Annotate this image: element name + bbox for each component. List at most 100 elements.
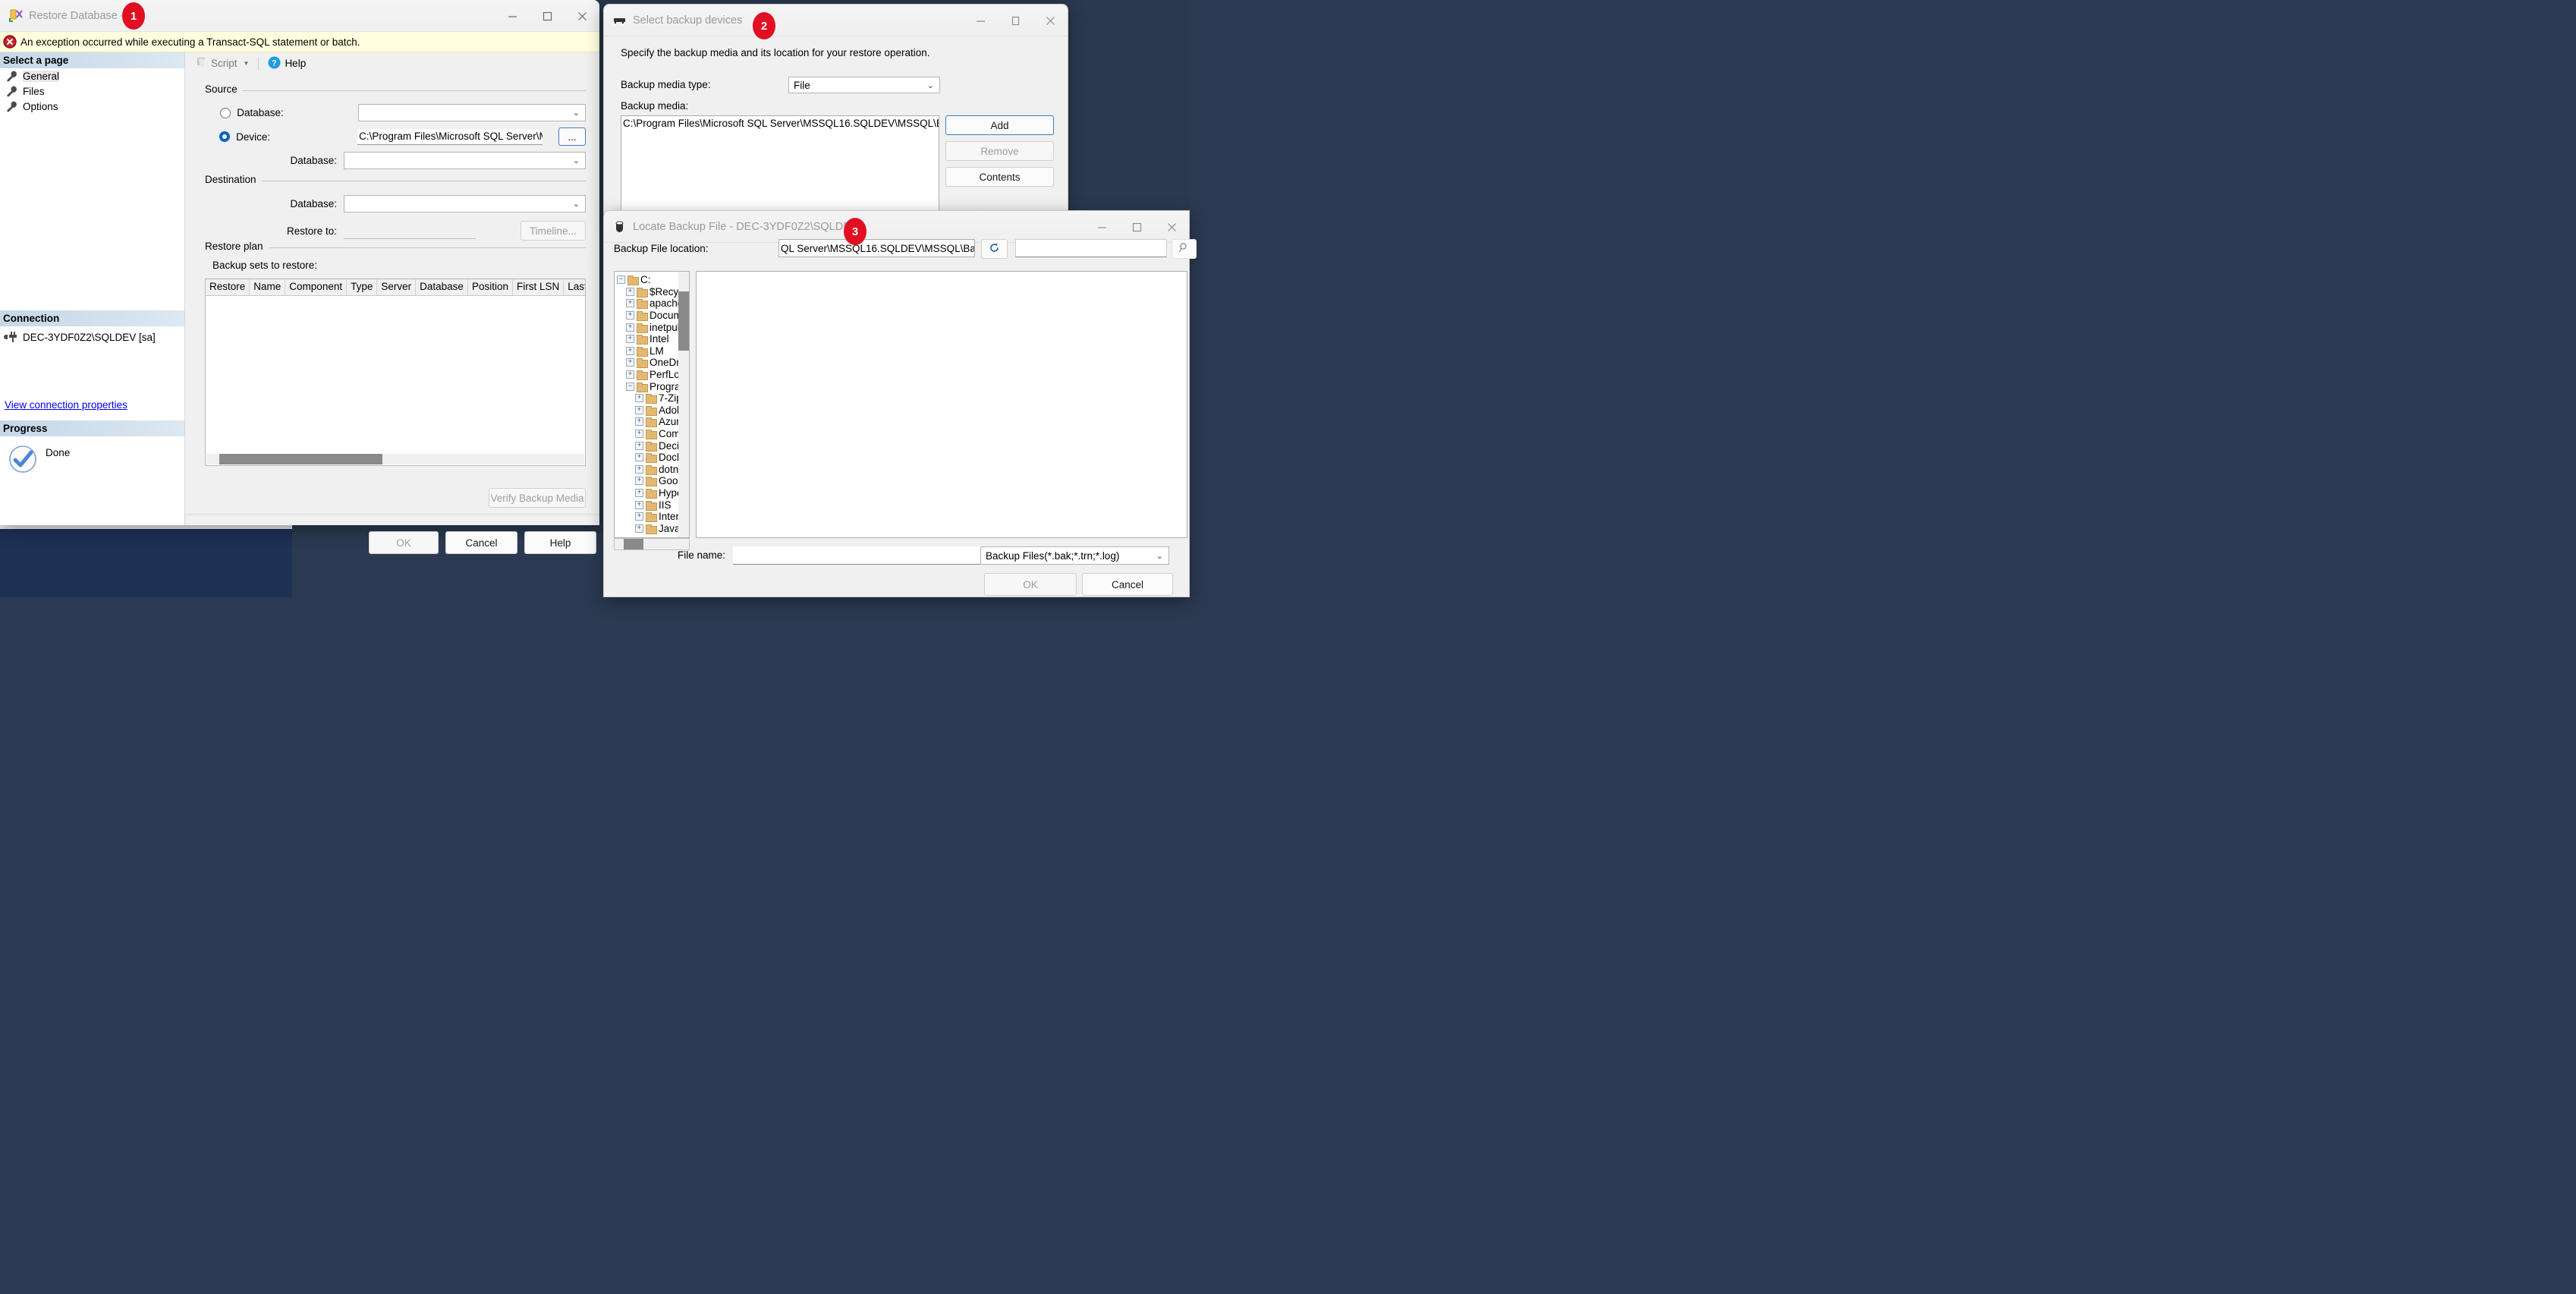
browse-device-button[interactable]: ... xyxy=(558,128,586,146)
locate-ok-button: OK xyxy=(984,573,1077,596)
expand-icon[interactable]: + xyxy=(635,512,643,521)
tree-hscroll-thumb[interactable] xyxy=(624,539,643,549)
column-component[interactable]: Component xyxy=(285,279,348,295)
tree-horizontal-scrollbar[interactable] xyxy=(614,538,690,550)
close-icon[interactable] xyxy=(1033,5,1068,36)
list-item[interactable]: C:\Program Files\Microsoft SQL Server\MS… xyxy=(621,116,939,129)
expand-icon[interactable]: + xyxy=(635,464,643,474)
sidebar-item-options[interactable]: Options xyxy=(0,99,184,114)
source-device-row: Device: C:\Program Files\Microsoft SQL S… xyxy=(205,128,586,146)
column-type[interactable]: Type xyxy=(347,279,378,295)
expand-icon[interactable]: + xyxy=(635,477,643,486)
maximize-icon[interactable] xyxy=(1119,211,1154,243)
progress-row: Done xyxy=(0,436,184,474)
cancel-button[interactable]: Cancel xyxy=(445,531,517,554)
backup-media-listbox[interactable]: C:\Program Files\Microsoft SQL Server\MS… xyxy=(621,115,939,219)
minimize-icon[interactable] xyxy=(963,5,998,36)
expand-icon[interactable]: + xyxy=(635,405,643,414)
expand-icon[interactable]: + xyxy=(626,323,634,332)
help-footer-button[interactable]: Help xyxy=(524,531,596,554)
dest-database-combo[interactable]: ⌄ xyxy=(344,195,586,213)
expand-icon[interactable]: + xyxy=(635,430,643,439)
column-last-lsn[interactable]: Last L xyxy=(564,279,585,295)
source-device-radio[interactable] xyxy=(219,131,231,142)
select-backup-devices-titlebar[interactable]: Select backup devices xyxy=(604,5,1068,36)
folder-icon xyxy=(637,370,648,381)
destination-group-title: Destination xyxy=(205,174,262,185)
expand-icon[interactable]: + xyxy=(635,524,643,533)
expand-icon[interactable]: + xyxy=(626,346,634,355)
column-first-lsn[interactable]: First LSN xyxy=(513,279,565,295)
locate-backup-file-titlebar[interactable]: Locate Backup File - DEC-3YDF0Z2\SQLDEV xyxy=(604,211,1189,243)
expand-icon[interactable]: + xyxy=(626,358,634,367)
backup-media-label: Backup media: xyxy=(621,100,689,112)
chevron-down-icon[interactable]: ▼ xyxy=(244,60,250,67)
folder-tree[interactable]: −C:+$Recycle.B+apache-jme+Documents+inet… xyxy=(614,271,690,538)
backup-sets-grid-header: Restore Name Component Type Server Datab… xyxy=(206,279,585,296)
file-name-input[interactable] xyxy=(733,546,997,565)
grid-horizontal-scrollbar[interactable] xyxy=(206,454,584,464)
restore-database-titlebar[interactable]: Restore Database - xyxy=(0,0,599,32)
folder-icon xyxy=(646,441,657,452)
expand-icon[interactable]: + xyxy=(635,441,643,450)
view-connection-properties-link[interactable]: View connection properties xyxy=(0,396,127,411)
minimize-icon[interactable] xyxy=(1084,211,1119,243)
restore-plan-group-header: Restore plan xyxy=(205,241,586,255)
tree-scroll-thumb[interactable] xyxy=(678,291,689,351)
file-name-label: File name: xyxy=(678,549,726,561)
expand-icon[interactable]: + xyxy=(626,311,634,320)
backup-sets-grid[interactable]: Restore Name Component Type Server Datab… xyxy=(205,279,586,466)
expand-icon[interactable]: + xyxy=(635,417,643,427)
collapse-icon[interactable]: − xyxy=(617,275,625,285)
search-input[interactable] xyxy=(1015,239,1167,257)
script-icon xyxy=(195,56,207,71)
source-database-radio[interactable] xyxy=(220,107,231,118)
expand-icon[interactable]: + xyxy=(626,370,634,379)
folder-icon xyxy=(637,358,648,369)
backup-file-location-input[interactable]: QL Server\MSSQL16.SQLDEV\MSSQL\Backup xyxy=(778,239,975,257)
file-type-combo[interactable]: Backup Files(*.bak;*.trn;*.log) ⌄ xyxy=(980,546,1169,565)
script-button[interactable]: Script ▼ xyxy=(190,55,253,72)
backup-media-type-value: File xyxy=(794,79,810,91)
backup-media-type-combo[interactable]: File ⌄ xyxy=(788,77,940,93)
grid-scroll-thumb[interactable] xyxy=(219,454,382,464)
column-restore[interactable]: Restore xyxy=(206,279,250,295)
minimize-icon[interactable] xyxy=(495,0,530,32)
column-name[interactable]: Name xyxy=(250,279,286,295)
expand-icon[interactable]: + xyxy=(635,500,643,509)
column-server[interactable]: Server xyxy=(377,279,417,295)
file-list-pane[interactable] xyxy=(696,271,1187,538)
close-icon[interactable] xyxy=(565,0,599,32)
folder-icon xyxy=(646,453,657,464)
device-database-combo[interactable]: ⌄ xyxy=(344,152,586,169)
tree-node-label: C: xyxy=(640,274,651,286)
expand-icon[interactable]: + xyxy=(635,453,643,462)
column-database[interactable]: Database xyxy=(416,279,468,295)
backup-sets-label: Backup sets to restore: xyxy=(212,260,318,271)
refresh-button[interactable] xyxy=(981,239,1008,259)
tree-vertical-scrollbar[interactable] xyxy=(678,272,689,537)
locate-cancel-button[interactable]: Cancel xyxy=(1082,573,1173,596)
expand-icon[interactable]: + xyxy=(635,394,643,403)
maximize-icon[interactable] xyxy=(998,5,1033,36)
folder-icon xyxy=(637,382,648,392)
search-button[interactable] xyxy=(1172,239,1197,259)
column-position[interactable]: Position xyxy=(468,279,513,295)
sidebar-item-general[interactable]: General xyxy=(0,68,184,83)
expand-icon[interactable]: + xyxy=(626,299,634,308)
expand-icon[interactable]: + xyxy=(635,488,643,497)
maximize-icon[interactable] xyxy=(530,0,565,32)
collapse-icon[interactable]: − xyxy=(626,382,634,391)
help-button[interactable]: ? Help xyxy=(263,55,310,73)
expand-icon[interactable]: + xyxy=(626,335,634,344)
folder-icon xyxy=(637,346,648,357)
contents-button[interactable]: Contents xyxy=(945,167,1054,187)
expand-icon[interactable]: + xyxy=(626,287,634,296)
source-device-path[interactable]: C:\Program Files\Microsoft SQL Server\MS… xyxy=(357,128,543,145)
close-icon[interactable] xyxy=(1154,211,1189,243)
error-message-bar: An exception occurred while executing a … xyxy=(0,32,599,52)
source-database-combo[interactable]: ⌄ xyxy=(358,104,586,121)
sidebar-item-files[interactable]: Files xyxy=(0,83,184,99)
help-icon: ? xyxy=(268,56,281,71)
add-button[interactable]: Add xyxy=(945,115,1054,135)
